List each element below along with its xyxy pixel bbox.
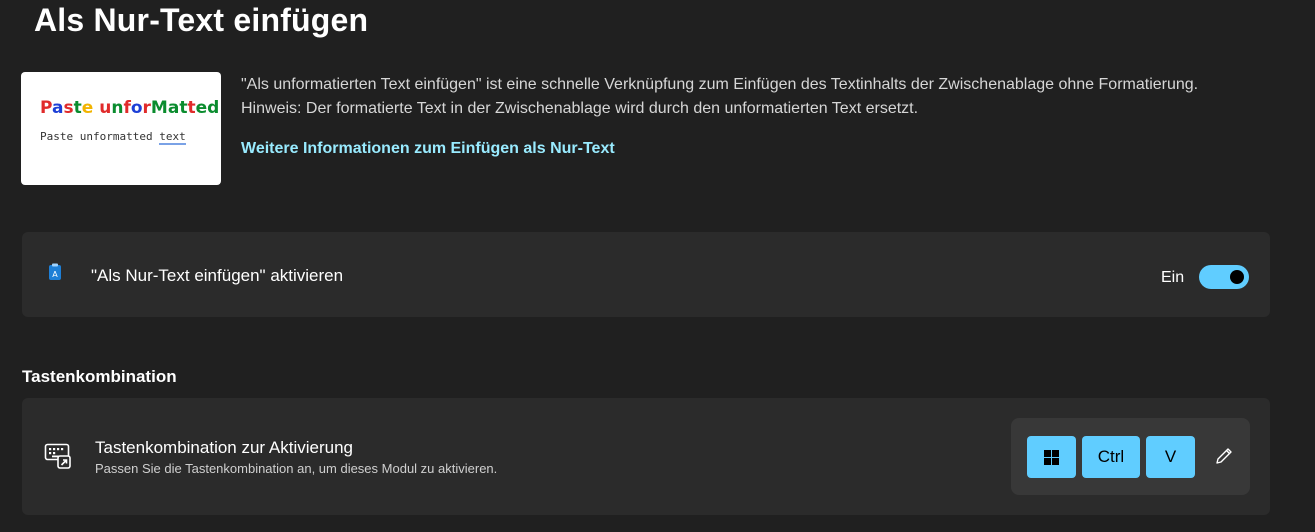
hero-rich-char: a (52, 98, 64, 118)
hero-rich-char: n (111, 98, 124, 118)
toggle-state-label: Ein (1161, 269, 1185, 286)
key-windows[interactable] (1027, 436, 1076, 478)
hero-rich-char: s (63, 98, 74, 118)
hero-rich-char: r (142, 98, 151, 118)
key-ctrl[interactable]: Ctrl (1082, 436, 1140, 478)
hero-plain-text-sample: Paste unformatted text (40, 130, 186, 145)
hero-rich-char (219, 98, 221, 118)
hero-rich-char: P (40, 98, 53, 118)
hero-rich-char: u (99, 98, 112, 118)
hero-rich-char: ed (195, 98, 220, 118)
hero-rich-char: a (167, 98, 180, 118)
hero-rich-char: t (73, 98, 82, 118)
enable-module-toggle[interactable] (1199, 265, 1249, 289)
module-description: "Als unformatierten Text einfügen" ist e… (241, 76, 1199, 117)
hero-illustration: Paste unforMatted text Paste unformatted… (21, 72, 221, 185)
pencil-edit-icon[interactable] (1214, 446, 1234, 466)
toggle-knob (1230, 270, 1244, 284)
shortcut-keys-group: Ctrl V (1011, 418, 1250, 495)
key-v[interactable]: V (1146, 436, 1195, 478)
hero-rich-char: o (130, 98, 143, 118)
enable-module-card: A "Als Nur-Text einfügen" aktivieren Ein (22, 232, 1270, 317)
hero-rich-text-sample: Paste unforMatted text (40, 98, 221, 118)
hero-rich-char: M (150, 98, 168, 118)
svg-text:A: A (52, 270, 58, 279)
hero-plain-text: Paste unformatted (40, 130, 160, 143)
keyboard-shortcut-icon (44, 443, 71, 469)
windows-logo-icon (1044, 450, 1059, 465)
shortcut-subtitle: Passen Sie die Tastenkombination an, um … (95, 461, 498, 476)
learn-more-link[interactable]: Weitere Informationen zum Einfügen als N… (241, 140, 615, 158)
activation-shortcut-card: Tastenkombination zur Aktivierung Passen… (22, 398, 1270, 515)
hero-plain-text-selected: text (159, 130, 186, 145)
shortcut-title: Tastenkombination zur Aktivierung (95, 438, 353, 457)
shortcut-section-header: Tastenkombination (22, 367, 177, 386)
paste-plain-app-icon: A (49, 263, 61, 280)
page-title: Als Nur-Text einfügen (34, 2, 369, 38)
enable-module-label: "Als Nur-Text einfügen" aktivieren (91, 266, 344, 285)
hero-rich-char: t (187, 98, 196, 118)
hero-rich-char: e (81, 98, 94, 118)
hero-rich-char: f (123, 98, 131, 118)
